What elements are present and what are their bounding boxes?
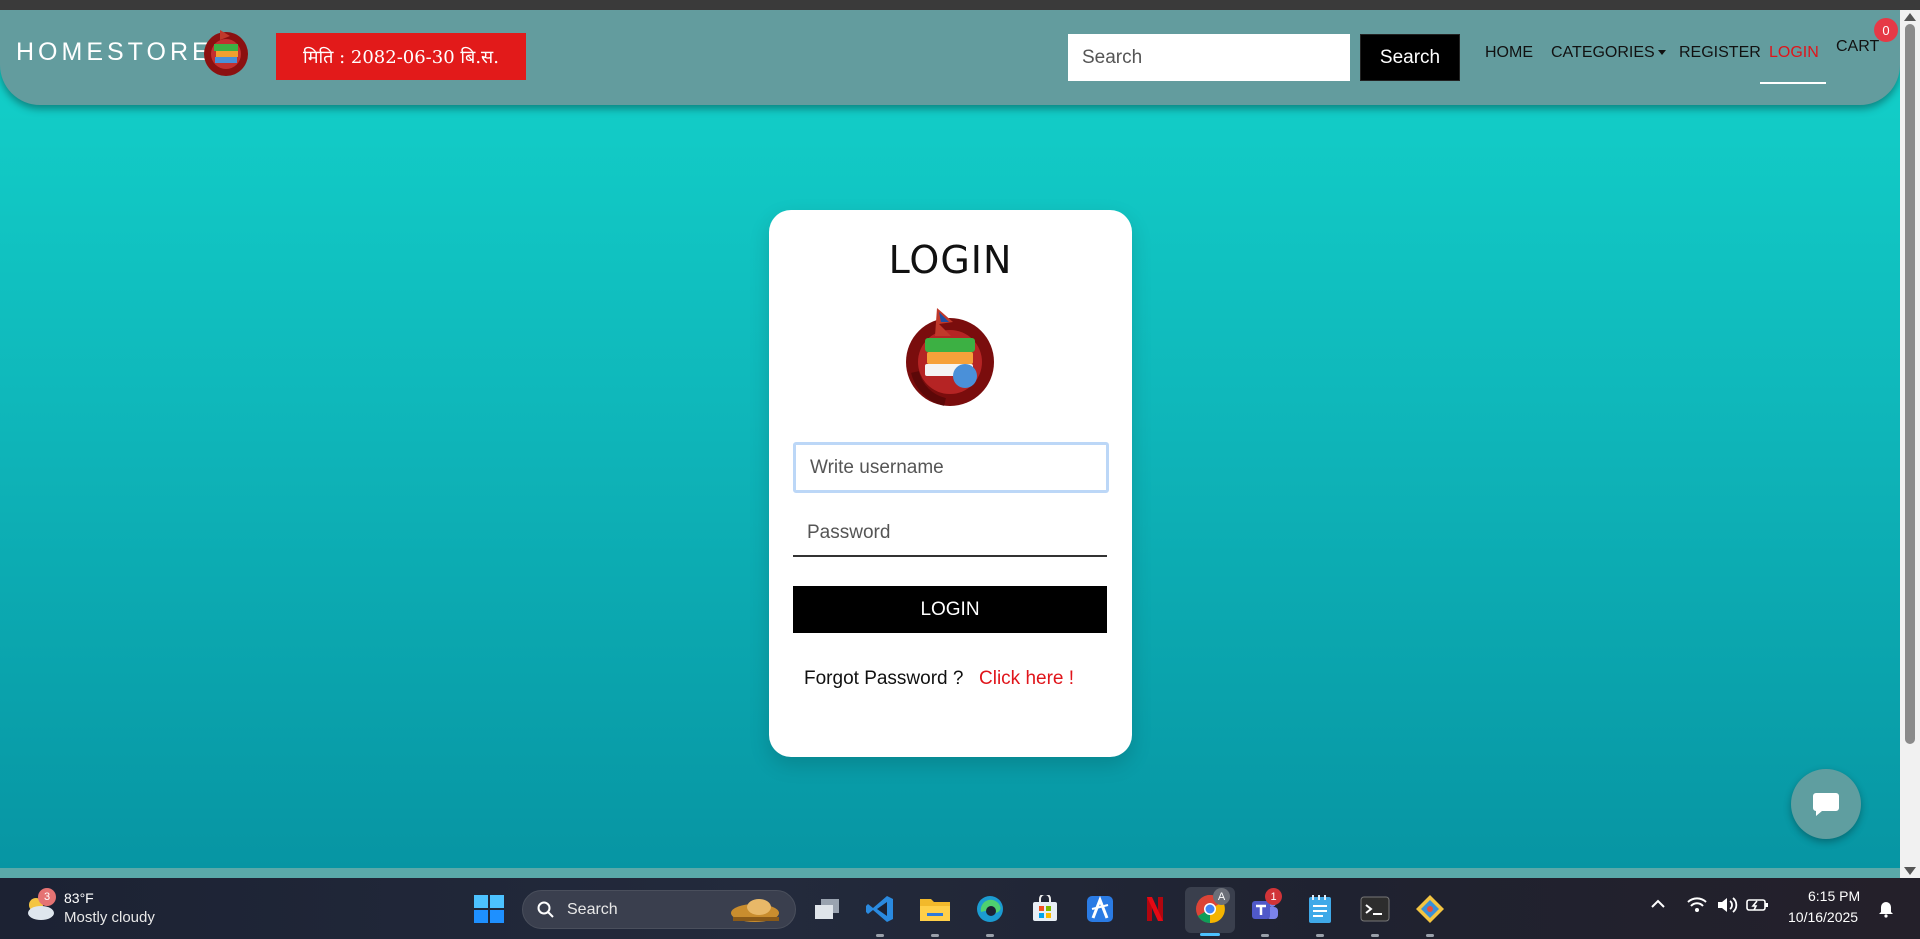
terminal-running-indicator (1371, 934, 1379, 937)
weather-temperature[interactable]: 83°F (64, 890, 94, 906)
brand-logo-icon[interactable] (200, 26, 252, 78)
edge-running-indicator (986, 934, 994, 937)
search-button[interactable]: Search (1360, 34, 1460, 81)
nav-register[interactable]: REGISTER (1679, 44, 1761, 62)
chrome-running-indicator (1200, 933, 1220, 936)
navbar: HOMESTORE मिति : 2082-06-30 बि.स. Search… (0, 10, 1900, 105)
notepad-running-indicator (1316, 934, 1324, 937)
nepali-date-badge: मिति : 2082-06-30 बि.स. (276, 33, 526, 80)
nav-cart[interactable]: CART (1836, 38, 1879, 56)
brand-name[interactable]: HOMESTORE (16, 38, 213, 67)
forgot-password-link[interactable]: Click here ! (979, 668, 1074, 690)
windows-start-icon[interactable] (473, 894, 505, 924)
notification-bell-icon[interactable] (1876, 898, 1896, 918)
windows-taskbar: 3 83°F Mostly cloudy Search A 1 6:15 PM … (0, 878, 1920, 939)
teams-notification-badge: 1 (1265, 888, 1282, 905)
git-app-icon[interactable] (1412, 891, 1448, 927)
page-viewport: HOMESTORE मिति : 2082-06-30 बि.स. Search… (0, 10, 1900, 868)
task-view-icon[interactable] (809, 891, 845, 927)
chat-bubble-icon (1813, 793, 1839, 816)
scroll-down-icon[interactable] (1904, 867, 1916, 875)
scrollbar-thumb[interactable] (1905, 24, 1915, 744)
microsoft-store-icon[interactable] (1027, 891, 1063, 927)
taskbar-search-box[interactable]: Search (522, 890, 796, 929)
active-link-underline (1760, 82, 1826, 84)
search-input[interactable] (1068, 34, 1350, 81)
login-title: LOGIN (888, 238, 1013, 282)
scroll-up-icon[interactable] (1904, 13, 1916, 21)
password-input[interactable] (793, 511, 1107, 557)
edge-icon[interactable] (972, 891, 1008, 927)
speaker-icon[interactable] (1716, 896, 1738, 914)
taskbar-search-label: Search (567, 901, 618, 918)
chrome-profile-badge: A (1213, 888, 1230, 905)
weather-alert-badge: 3 (38, 888, 56, 906)
terminal-icon[interactable] (1357, 891, 1393, 927)
login-submit-button[interactable]: LOGIN (793, 586, 1107, 633)
app-a-icon[interactable] (1082, 891, 1118, 927)
cart-count-badge: 0 (1874, 18, 1898, 42)
forgot-password-text: Forgot Password ? (804, 668, 964, 689)
weather-description[interactable]: Mostly cloudy (64, 909, 155, 926)
git-app-running-indicator (1426, 934, 1434, 937)
page-bottom-strip (0, 868, 1900, 878)
notepad-icon[interactable] (1302, 891, 1338, 927)
username-input[interactable] (793, 442, 1109, 493)
netflix-icon[interactable] (1137, 891, 1173, 927)
teams-running-indicator (1261, 934, 1269, 937)
search-highlight-image-icon (731, 899, 779, 922)
battery-charging-icon[interactable] (1746, 896, 1770, 914)
vscode-running-indicator (876, 934, 884, 937)
caret-down-icon (1657, 50, 1666, 56)
nav-home[interactable]: HOME (1485, 44, 1533, 62)
store-logo-icon (906, 308, 994, 406)
chevron-up-icon[interactable] (1650, 896, 1666, 912)
explorer-running-indicator (931, 934, 939, 937)
search-icon (537, 901, 554, 918)
clock-time[interactable]: 6:15 PM (1808, 888, 1860, 904)
nav-login[interactable]: LOGIN (1769, 44, 1819, 62)
clock-date[interactable]: 10/16/2025 (1788, 909, 1858, 925)
wifi-icon[interactable] (1686, 896, 1708, 914)
browser-top-strip (0, 0, 1920, 10)
nav-categories-dropdown[interactable]: CATEGORIES (1551, 44, 1666, 62)
vertical-scrollbar[interactable] (1900, 10, 1920, 878)
file-explorer-icon[interactable] (917, 891, 953, 927)
chat-button[interactable] (1791, 769, 1861, 839)
login-card: LOGIN LOGIN Forgot Password ? Click here… (769, 210, 1132, 757)
vscode-icon[interactable] (862, 891, 898, 927)
nav-categories-label: CATEGORIES (1551, 44, 1655, 61)
